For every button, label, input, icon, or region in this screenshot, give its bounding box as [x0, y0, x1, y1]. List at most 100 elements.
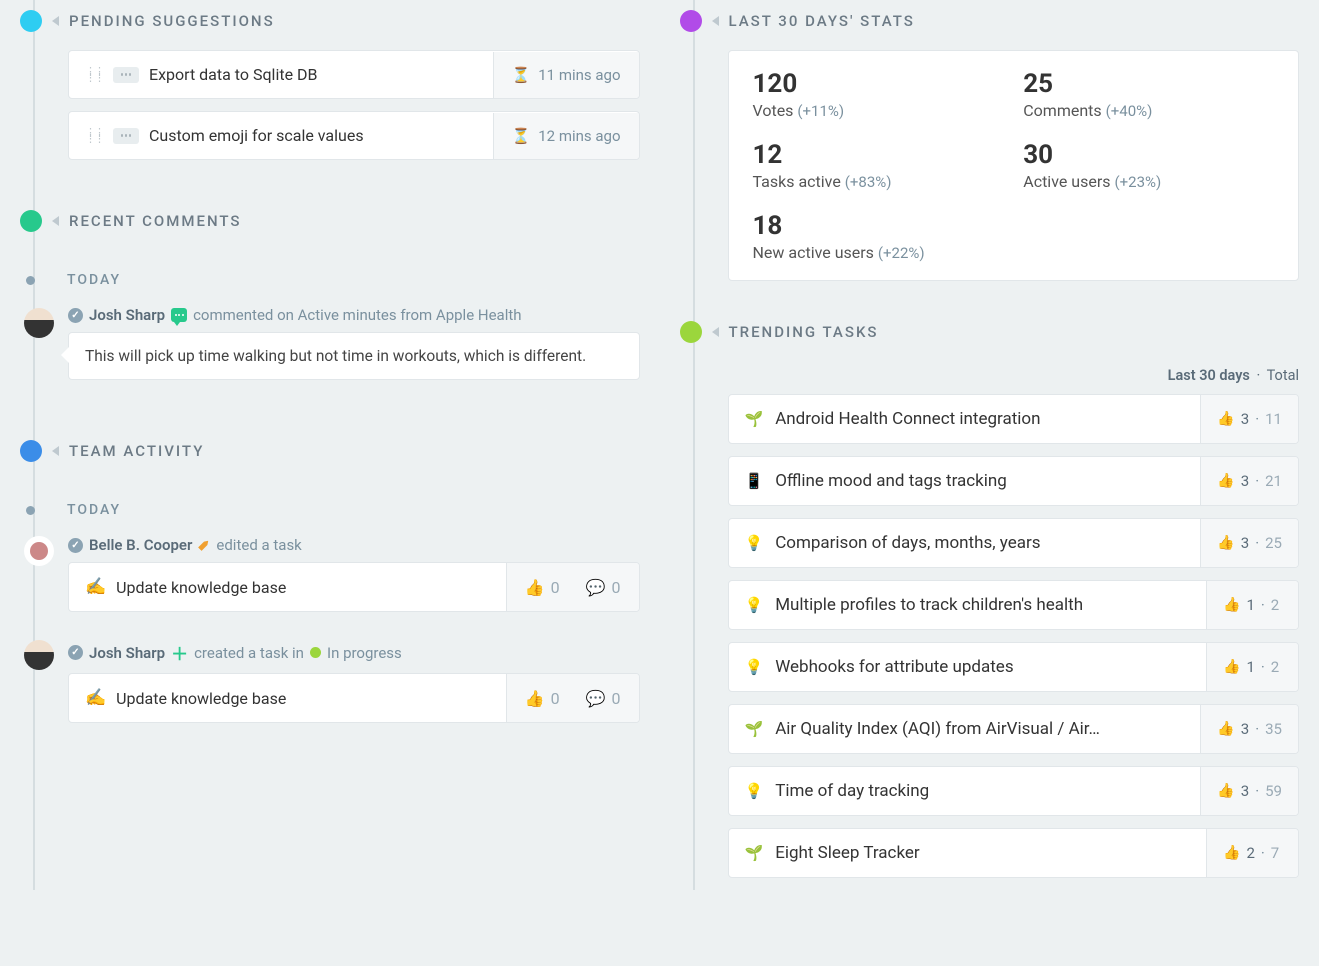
comment-body[interactable]: This will pick up time walking but not t… [68, 332, 640, 380]
trending-task-card[interactable]: 📱 Offline mood and tags tracking 👍 3 · 2… [728, 456, 1300, 506]
stat-tasks-active: 12 Tasks active (+83%) [753, 140, 1004, 191]
stat-votes: 120 Votes (+11%) [753, 69, 1004, 120]
stats-panel: 120 Votes (+11%) 25 Comments (+40%) 12 T… [728, 50, 1300, 281]
task-card[interactable]: ✍️ Update knowledge base 👍0 💬0 [68, 562, 640, 612]
total-count: 35 [1265, 720, 1282, 738]
caret-left-icon [712, 16, 719, 26]
check-badge-icon [68, 538, 83, 553]
trending-task-card[interactable]: 🌱 Eight Sleep Tracker 👍 2 · 7 [728, 828, 1300, 878]
task-score: 👍 3 · 59 [1200, 767, 1298, 815]
recent-comments-header[interactable]: RECENT COMMENTS [20, 210, 640, 232]
comments-count[interactable]: 💬0 [586, 578, 621, 597]
author-name: Belle B. Cooper [89, 536, 192, 554]
drag-handle-icon[interactable]: ⋮⋮⋮⋮ [85, 69, 103, 80]
recent-count: 3 [1241, 782, 1249, 800]
thumbs-up-icon: 👍 [1217, 721, 1234, 737]
section-title: PENDING SUGGESTIONS [69, 12, 275, 30]
total-count: 11 [1265, 410, 1282, 428]
suggestion-card[interactable]: ⋮⋮⋮⋮ Export data to Sqlite DB ⏳ 11 mins … [68, 50, 640, 99]
task-emoji-icon: 💡 [745, 658, 764, 676]
likes-count[interactable]: 👍0 [525, 689, 560, 708]
timeline-dot-icon [26, 276, 35, 285]
total-count: 59 [1265, 782, 1282, 800]
thumbs-up-icon: 👍 [525, 689, 545, 708]
task-text: Air Quality Index (AQI) from AirVisual /… [775, 719, 1100, 739]
filter-total[interactable]: Total [1267, 367, 1299, 384]
avatar[interactable] [24, 308, 54, 338]
action-text: commented on Active minutes from Apple H… [193, 306, 521, 324]
activity-line[interactable]: Belle B. Cooper edited a task [68, 536, 640, 554]
recent-count: 3 [1241, 534, 1249, 552]
total-count: 2 [1271, 658, 1279, 676]
comment-icon: 💬 [586, 578, 606, 597]
action-text: edited a task [216, 536, 301, 554]
suggestion-card[interactable]: ⋮⋮⋮⋮ Custom emoji for scale values ⏳ 12 … [68, 111, 640, 160]
comment-activity-line[interactable]: Josh Sharp commented on Active minutes f… [68, 306, 640, 324]
trending-task-card[interactable]: 💡 Multiple profiles to track children's … [728, 580, 1300, 630]
author-name: Josh Sharp [89, 644, 165, 662]
thumbs-up-icon: 👍 [1217, 411, 1234, 427]
section-dot-icon [20, 210, 42, 232]
avatar[interactable] [24, 536, 54, 566]
task-text: Eight Sleep Tracker [775, 843, 920, 863]
author-name: Josh Sharp [89, 306, 165, 324]
total-count: 21 [1265, 472, 1282, 490]
section-title: LAST 30 DAYS' STATS [729, 12, 915, 30]
section-dot-icon [20, 10, 42, 32]
time-text: 11 mins ago [538, 66, 620, 84]
task-text: Time of day tracking [775, 781, 929, 801]
pencil-icon [196, 537, 213, 554]
trending-task-card[interactable]: 🌱 Air Quality Index (AQI) from AirVisual… [728, 704, 1300, 754]
task-text: Offline mood and tags tracking [775, 471, 1007, 491]
suggestion-text: Custom emoji for scale values [149, 126, 364, 145]
task-score: 👍 3 · 11 [1200, 395, 1298, 443]
section-dot-icon [20, 440, 42, 462]
section-dot-icon [680, 321, 702, 343]
check-badge-icon [68, 308, 83, 323]
task-emoji-icon: 🌱 [745, 720, 764, 738]
check-badge-icon [68, 645, 83, 660]
thumbs-up-icon: 👍 [525, 578, 545, 597]
pending-suggestions-header[interactable]: PENDING SUGGESTIONS [20, 10, 640, 32]
stats-header[interactable]: LAST 30 DAYS' STATS [680, 10, 1300, 32]
task-emoji-icon: 💡 [745, 596, 764, 614]
recent-count: 1 [1246, 596, 1254, 614]
avatar[interactable] [24, 640, 54, 670]
task-card[interactable]: ✍️ Update knowledge base 👍0 💬0 [68, 673, 640, 723]
trending-task-card[interactable]: 🌱 Android Health Connect integration 👍 3… [728, 394, 1300, 444]
time-text: 12 mins ago [538, 127, 620, 145]
plus-icon: ＋ [171, 640, 188, 665]
trending-header[interactable]: TRENDING TASKS [680, 321, 1300, 343]
comments-count[interactable]: 💬0 [586, 689, 621, 708]
total-count: 2 [1271, 596, 1279, 614]
team-activity-header[interactable]: TEAM ACTIVITY [20, 440, 640, 462]
date-label: TODAY [67, 272, 121, 288]
hourglass-icon: ⏳ [512, 127, 531, 145]
likes-count[interactable]: 👍0 [525, 578, 560, 597]
caret-left-icon [52, 216, 59, 226]
comment-icon: 💬 [586, 689, 606, 708]
recent-count: 3 [1241, 472, 1249, 490]
task-text: Android Health Connect integration [775, 409, 1040, 429]
trending-task-card[interactable]: 💡 Webhooks for attribute updates 👍 1 · 2 [728, 642, 1300, 692]
comment-icon [113, 128, 139, 144]
task-emoji-icon: 💡 [745, 782, 764, 800]
recent-count: 1 [1246, 658, 1254, 676]
filter-last-30[interactable]: Last 30 days [1168, 367, 1250, 384]
task-text: Webhooks for attribute updates [775, 657, 1013, 677]
stat-comments: 25 Comments (+40%) [1023, 69, 1274, 120]
trending-task-card[interactable]: 💡 Comparison of days, months, years 👍 3 … [728, 518, 1300, 568]
hourglass-icon: ⏳ [512, 66, 531, 84]
total-count: 7 [1271, 844, 1279, 862]
writing-hand-icon: ✍️ [85, 577, 106, 597]
recent-count: 2 [1246, 844, 1254, 862]
thumbs-up-icon: 👍 [1217, 783, 1234, 799]
stat-active-users: 30 Active users (+23%) [1023, 140, 1274, 191]
activity-line[interactable]: Josh Sharp ＋ created a task in In progre… [68, 640, 640, 665]
drag-handle-icon[interactable]: ⋮⋮⋮⋮ [85, 130, 103, 141]
status-dot-icon [310, 647, 321, 658]
trending-task-card[interactable]: 💡 Time of day tracking 👍 3 · 59 [728, 766, 1300, 816]
suggestion-text: Export data to Sqlite DB [149, 65, 318, 84]
task-text: Update knowledge base [116, 578, 286, 597]
task-text: Comparison of days, months, years [775, 533, 1040, 553]
